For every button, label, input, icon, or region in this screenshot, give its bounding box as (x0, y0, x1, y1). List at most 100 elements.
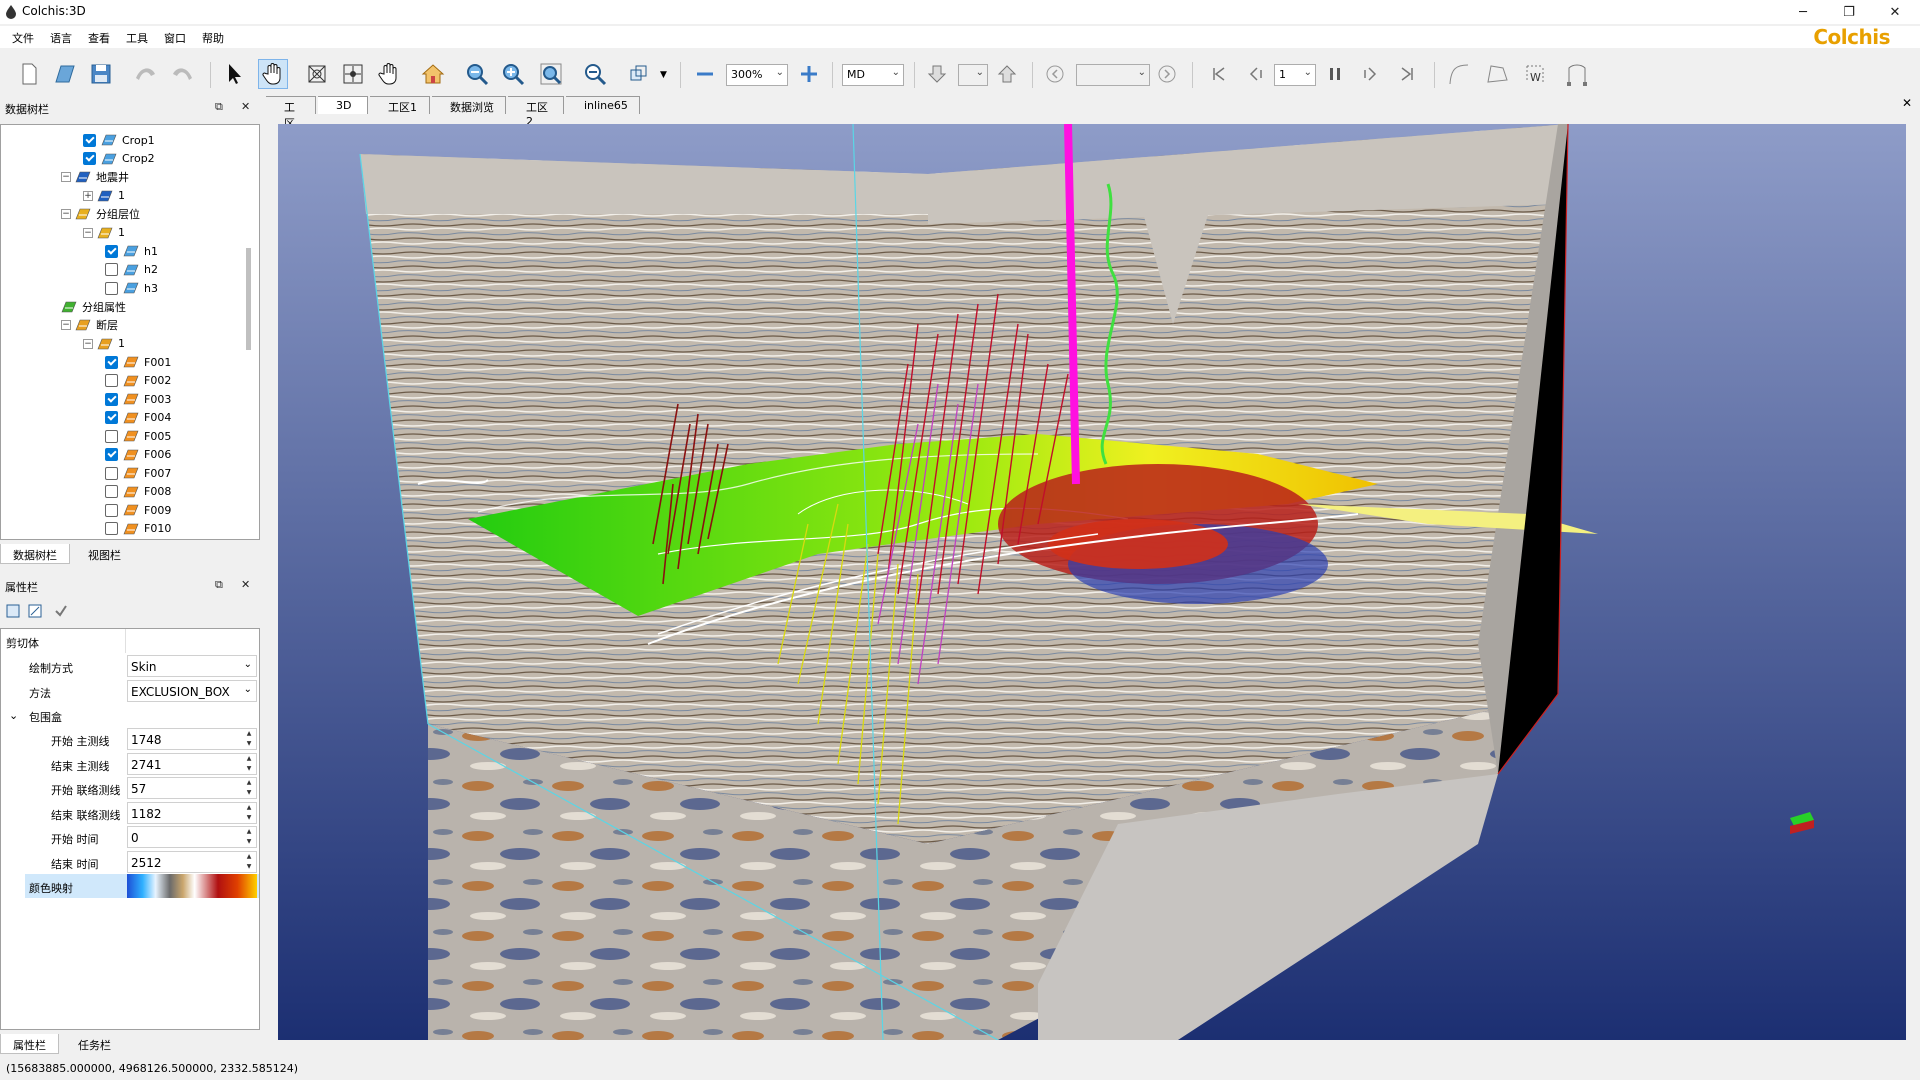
tree-item[interactable]: F001 (105, 353, 171, 371)
tree-item[interactable]: −1 (83, 335, 125, 353)
menu-help[interactable]: 帮助 (202, 30, 224, 46)
well-log-button[interactable]: W (1520, 59, 1550, 89)
spin-arrows-icon[interactable]: ▲ ▼ (243, 729, 255, 749)
draw-mode-select[interactable]: Skin ⌄ (127, 655, 257, 677)
pause-button[interactable] (1320, 59, 1350, 89)
field-spinbox[interactable]: 0 ▲ ▼ (127, 826, 257, 848)
arrow-down-button[interactable] (922, 59, 952, 89)
tree-checkbox[interactable] (83, 133, 96, 147)
zoom-box-button[interactable] (580, 59, 610, 89)
3d-viewport[interactable] (278, 124, 1906, 1040)
tree-checkbox[interactable] (105, 448, 118, 461)
field-spinbox[interactable]: 1748 ▲ ▼ (127, 728, 257, 750)
menu-view[interactable]: 查看 (88, 30, 110, 46)
move-cross-button[interactable] (338, 59, 368, 89)
tree-expander-icon[interactable]: − (61, 209, 71, 219)
tree-item[interactable]: − 断层 (61, 316, 118, 334)
tree-checkbox[interactable] (105, 485, 118, 498)
tab-view[interactable]: 视图栏 (76, 544, 133, 564)
menu-file[interactable]: 文件 (12, 30, 34, 46)
slice-select[interactable]: ⌄ (1076, 64, 1150, 86)
tree-item[interactable]: F005 (105, 427, 171, 445)
arrow-up-button[interactable] (992, 59, 1022, 89)
spin-arrows-icon[interactable]: ▲ ▼ (243, 827, 255, 847)
curve-button[interactable] (1444, 59, 1474, 89)
tree-item[interactable]: F007 (105, 464, 171, 482)
chevron-down-icon[interactable]: ⌄ (9, 709, 18, 722)
tree-item[interactable]: h3 (105, 279, 158, 297)
tree-checkbox[interactable] (105, 411, 118, 424)
field-spinbox[interactable]: 57 ▲ ▼ (127, 777, 257, 799)
zoom-in-button[interactable] (498, 59, 528, 89)
apply-check-icon[interactable] (54, 604, 68, 618)
grab-hand-button[interactable] (374, 59, 404, 89)
spin-arrows-icon[interactable]: ▲ ▼ (243, 803, 255, 823)
close-button[interactable]: ✕ (1872, 0, 1918, 24)
save-button[interactable] (86, 59, 116, 89)
tree-item[interactable]: h1 (105, 242, 158, 260)
zoom-fit-button[interactable] (536, 59, 566, 89)
colormap-row[interactable]: 颜色映射 (25, 874, 259, 898)
tree-expander-icon[interactable]: − (83, 338, 93, 349)
tree-checkbox[interactable] (105, 503, 118, 517)
render-mode-dropdown-icon[interactable]: ▼ (660, 70, 667, 80)
tree-item[interactable]: F002 (105, 372, 171, 390)
tree-item[interactable]: F006 (105, 446, 171, 464)
bezier-button[interactable] (1562, 59, 1592, 89)
tree-checkbox[interactable] (105, 244, 118, 258)
tree-checkbox[interactable] (83, 152, 96, 165)
field-spinbox[interactable]: 2741 ▲ ▼ (127, 752, 257, 775)
spin-arrows-icon[interactable]: ▲ ▼ (243, 852, 255, 872)
tree-expander-icon[interactable]: + (83, 190, 93, 201)
new-file-button[interactable] (14, 59, 44, 89)
tree-checkbox[interactable] (105, 429, 118, 443)
select-pointer-button[interactable] (220, 59, 250, 89)
depth-mode-select[interactable]: MD ⌄ (842, 64, 904, 86)
tree-item[interactable]: F003 (105, 390, 171, 408)
tree-checkbox[interactable] (105, 522, 118, 535)
open-file-button[interactable] (50, 59, 80, 89)
close-view-icon[interactable]: ✕ (1902, 96, 1912, 110)
tree-item[interactable]: F009 (105, 501, 171, 519)
tree-checkbox[interactable] (105, 355, 118, 369)
tree-checkbox[interactable] (105, 263, 118, 276)
tree-item[interactable]: Crop1 (83, 131, 155, 149)
view-tab[interactable]: 工区2 (508, 96, 564, 128)
tree-item[interactable]: 分组属性 (61, 298, 126, 316)
view-tab[interactable]: 3D (318, 96, 368, 114)
step-back-button[interactable] (1240, 59, 1270, 89)
field-spinbox[interactable]: 1182 ▲ ▼ (127, 801, 257, 824)
tree-item[interactable]: −1 (83, 224, 125, 242)
next-button[interactable] (1152, 59, 1182, 89)
tree-item[interactable]: F008 (105, 483, 171, 501)
tree-item[interactable]: h2 (105, 261, 158, 279)
first-frame-button[interactable] (1204, 59, 1234, 89)
render-mode-button[interactable] (624, 59, 654, 89)
zoom-minus-button[interactable] (690, 59, 720, 89)
tree-item[interactable]: F010 (105, 520, 171, 538)
zoom-level-select[interactable]: 300% ⌄ (726, 64, 788, 86)
colormap-swatch[interactable] (127, 874, 257, 898)
collapse-all-icon[interactable] (6, 604, 20, 618)
close-panel-icon[interactable]: ✕ (241, 578, 250, 591)
zoom-out-button[interactable] (462, 59, 492, 89)
field-spinbox[interactable]: 2512 ▲ ▼ (127, 850, 257, 873)
menu-tools[interactable]: 工具 (126, 30, 148, 46)
tab-properties[interactable]: 属性栏 (0, 1034, 59, 1054)
minimize-button[interactable]: ─ (1780, 0, 1826, 24)
view-tab[interactable]: 工区1 (370, 96, 430, 114)
view-tab[interactable]: 工区 (266, 96, 316, 130)
rotate-button[interactable] (302, 59, 332, 89)
tree-checkbox[interactable] (105, 281, 118, 295)
tree-item[interactable]: F004 (105, 409, 171, 427)
tree-checkbox[interactable] (105, 466, 118, 480)
step-forward-button[interactable] (1356, 59, 1386, 89)
3d-scene[interactable] (278, 124, 1906, 1040)
tree-expander-icon[interactable]: − (83, 227, 93, 238)
tree-expander-icon[interactable]: − (61, 320, 71, 330)
last-frame-button[interactable] (1392, 59, 1422, 89)
polygon-button[interactable] (1482, 59, 1512, 89)
bbox-row[interactable]: ⌄ 包围盒 (1, 703, 259, 727)
tree-item[interactable]: +1 (83, 187, 125, 205)
restore-button[interactable]: ❐ (1826, 0, 1872, 24)
